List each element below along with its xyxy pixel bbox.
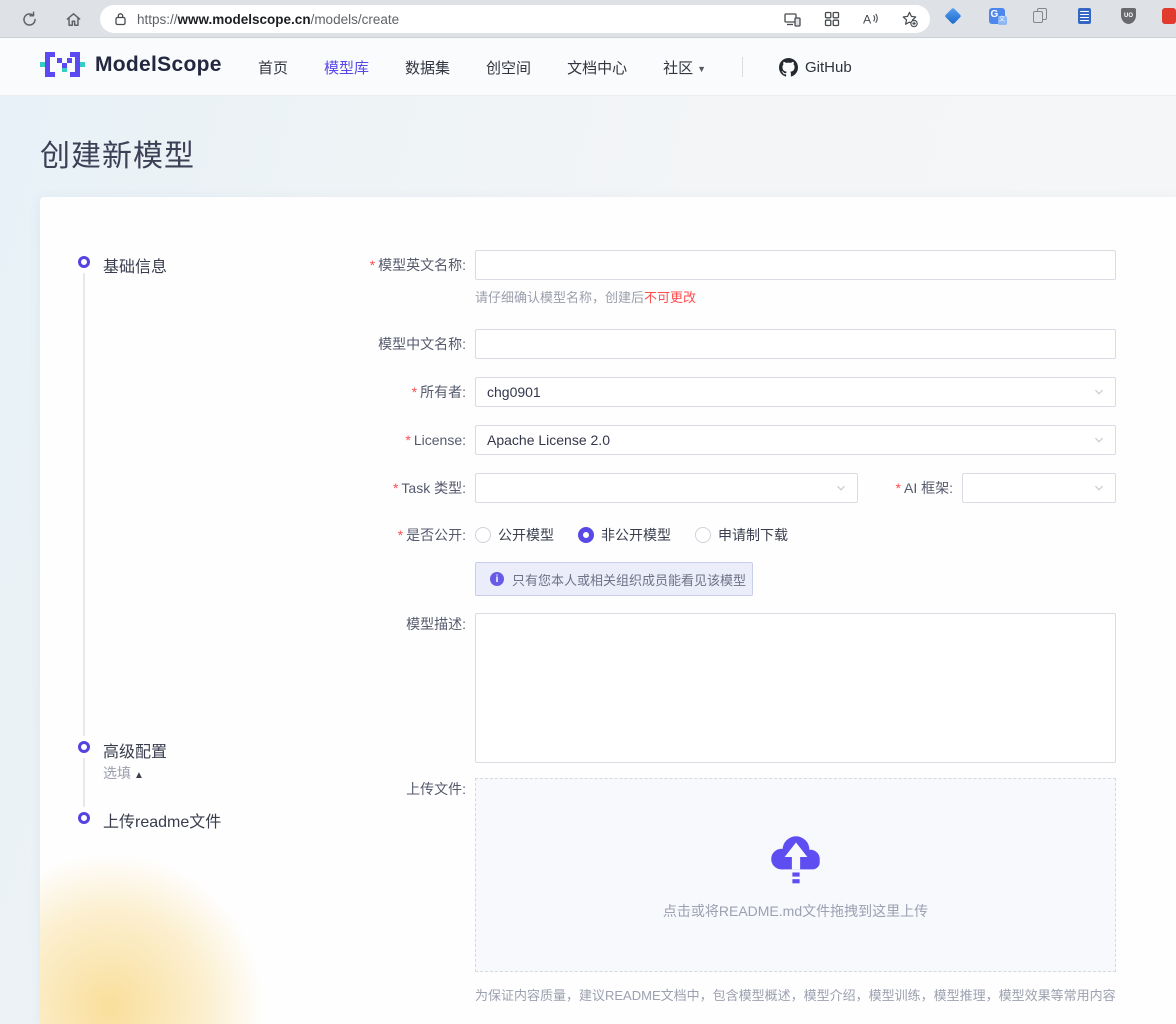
url-text[interactable]: https://www.modelscope.cn/models/create [137,12,784,27]
license-select[interactable]: Apache License 2.0 [475,425,1116,455]
chevron-down-icon [835,482,847,494]
nav-item-datasets[interactable]: 数据集 [405,57,450,78]
nav-item-models[interactable]: 模型库 [324,57,369,78]
radio-icon[interactable] [475,527,491,543]
visibility-radio-group: 公开模型 非公开模型 申请制下载 [475,525,788,545]
modelscope-logo[interactable]: ModelScope [40,52,222,77]
chevron-down-icon [1093,386,1105,398]
field-label-visibility: *是否公开: [40,525,475,545]
model-name-en-input[interactable] [475,250,1116,280]
required-marker: * [370,257,375,273]
site-header: ModelScope 首页 模型库 数据集 创空间 文档中心 社区▼ GitHu… [0,38,1176,96]
field-label-upload: 上传文件: [40,778,475,800]
model-description-textarea[interactable] [475,613,1116,763]
ublock-shield-extension-icon[interactable]: UO [1120,7,1137,24]
info-icon [490,572,504,586]
radio-public-model[interactable]: 公开模型 [475,525,554,545]
chevron-down-icon [1093,482,1105,494]
svg-text:A: A [863,13,872,27]
model-name-zh-input[interactable] [475,329,1116,359]
radio-icon[interactable] [695,527,711,543]
radio-request-download[interactable]: 申请制下载 [695,525,788,545]
model-name-hint: 请仔细确认模型名称，创建后不可更改 [475,287,696,306]
clipped-red-extension-icon[interactable] [1160,7,1176,24]
page-title: 创建新模型 [40,131,195,175]
blue-diamond-extension-icon[interactable] [944,7,961,24]
browser-toolbar: https://www.modelscope.cn/models/create … [0,0,1176,38]
cloud-upload-icon [765,829,827,887]
visibility-notice: 只有您本人或相关组织成员能看见该模型 [475,562,753,596]
collections-grid-icon[interactable] [823,11,840,28]
task-type-select[interactable] [475,473,858,503]
upload-drop-text: 点击或将README.md文件拖拽到这里上传 [663,901,928,921]
home-icon[interactable] [62,8,84,30]
readme-upload-dropzone[interactable]: 点击或将README.md文件拖拽到这里上传 [475,778,1116,972]
nav-item-studios[interactable]: 创空间 [486,57,531,78]
refresh-icon[interactable] [18,8,40,30]
field-label-description: 模型描述: [40,613,475,635]
favorite-star-add-icon[interactable] [901,11,918,28]
nav-item-home[interactable]: 首页 [258,57,288,78]
modelscope-logo-icon [40,52,85,77]
nav-item-community[interactable]: 社区▼ [663,57,706,78]
radio-private-model[interactable]: 非公开模型 [578,525,671,545]
chevron-down-icon [1093,434,1105,446]
radio-icon[interactable] [578,527,594,543]
reader-app-extension-icon[interactable] [1076,7,1093,24]
ai-framework-select[interactable] [962,473,1116,503]
field-label-ai-framework: *AI 框架: [858,478,962,498]
create-model-card: 基础信息 高级配置 选填▲ 上传readme文件 *模型英文名称: 请仔细确认模… [40,197,1176,1024]
lock-icon[interactable] [114,12,127,26]
address-bar[interactable]: https://www.modelscope.cn/models/create … [100,5,930,33]
readme-content-hint: 为保证内容质量，建议README文档中，包含模型概述，模型介绍，模型训练，模型推… [475,985,1116,1004]
field-label-model-name-en: *模型英文名称: [40,255,475,275]
google-translate-extension-icon[interactable]: G文 [988,7,1005,24]
field-label-license: *License: [40,432,475,448]
owner-select[interactable]: chg0901 [475,377,1116,407]
field-label-model-name-zh: 模型中文名称: [40,334,475,354]
field-label-owner: *所有者: [40,382,475,402]
caret-down-icon: ▼ [697,64,706,74]
brand-name: ModelScope [95,53,222,77]
github-icon [779,58,798,77]
read-aloud-icon[interactable]: A [862,11,879,28]
field-label-task-type: *Task 类型: [40,478,475,498]
copy-pages-extension-icon[interactable] [1032,7,1049,24]
github-link[interactable]: GitHub [779,58,852,77]
nav-divider [742,57,743,77]
send-to-device-icon[interactable] [784,11,801,28]
nav-item-docs[interactable]: 文档中心 [567,57,627,78]
